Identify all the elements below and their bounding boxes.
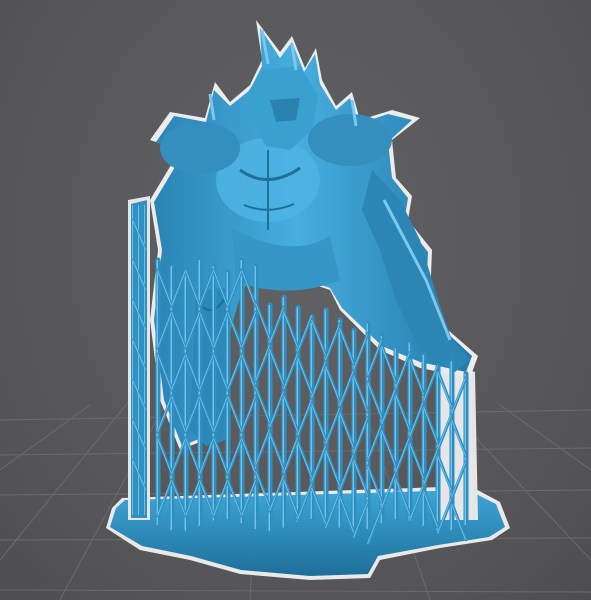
grid-line bbox=[0, 589, 591, 593]
grid-line bbox=[0, 399, 131, 561]
viewport-3d[interactable] bbox=[0, 0, 591, 600]
grid-line bbox=[0, 404, 91, 471]
grid-line bbox=[499, 404, 591, 471]
scene-canvas[interactable] bbox=[0, 0, 591, 600]
